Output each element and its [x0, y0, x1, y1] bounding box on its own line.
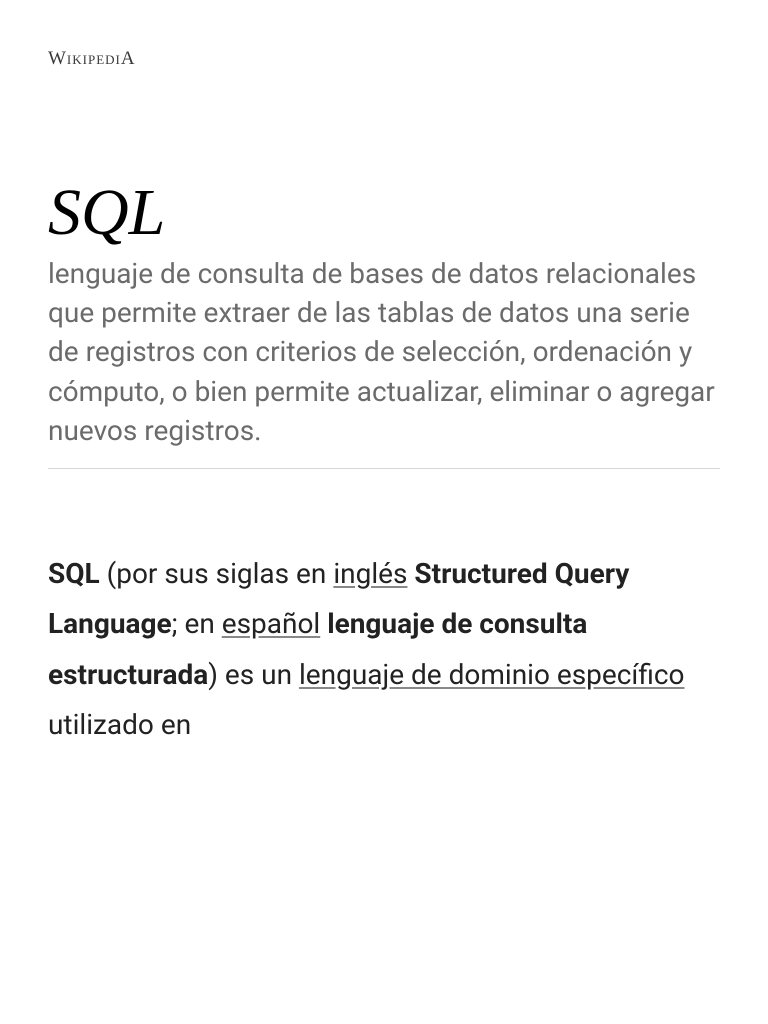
body-text: ) es un [208, 658, 299, 691]
article-abbrev: SQL [48, 557, 100, 590]
link-ingles[interactable]: inglés [333, 557, 407, 590]
site-logo[interactable]: WikipediA [48, 48, 720, 70]
body-text: ; en [172, 607, 222, 640]
body-text: utilizado en [48, 708, 191, 741]
link-espanol[interactable]: español [222, 607, 321, 640]
body-text: (por sus siglas en [100, 557, 334, 590]
article-title: SQL [48, 180, 720, 246]
article-subtitle: lenguaje de consulta de bases de datos r… [48, 254, 720, 450]
article-body: SQL (por sus siglas en inglés Structured… [48, 549, 720, 751]
link-lenguaje-dominio[interactable]: lenguaje de dominio específico [299, 658, 685, 691]
divider [48, 468, 720, 469]
